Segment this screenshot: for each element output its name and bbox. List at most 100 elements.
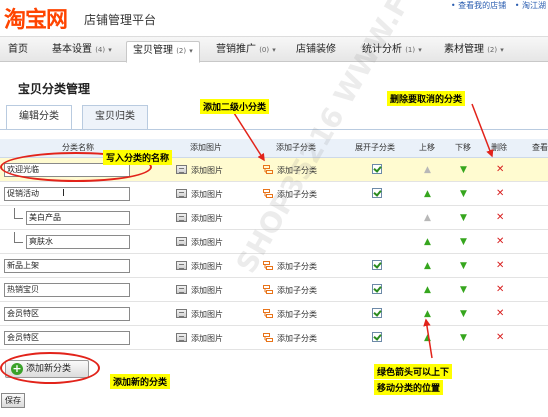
annotation-ellipse xyxy=(0,352,100,384)
category-name-input[interactable]: 会员特区 xyxy=(4,331,130,345)
header: 淘宝网 店铺管理平台 • 查看我的店铺 • 淘江湖 xyxy=(0,0,548,36)
delete-icon[interactable]: ✕ xyxy=(496,285,504,295)
save-button[interactable]: 保存 xyxy=(1,393,25,408)
table-row: 热销宝贝 添加图片 添加子分类 ▲ ▼ ✕ xyxy=(0,278,548,302)
callout-add-subcategory: 添加二级小分类 xyxy=(200,99,270,114)
category-name-input[interactable]: 新品上架 xyxy=(4,259,130,273)
delete-icon[interactable]: ✕ xyxy=(496,213,504,223)
table-row: 新品上架 添加图片 添加子分类 ▲ ▼ ✕ xyxy=(0,254,548,278)
col-add-subcategory: 添加子分类 xyxy=(276,143,316,152)
col-move-up: 上移 xyxy=(419,143,435,152)
delete-icon[interactable]: ✕ xyxy=(496,333,504,343)
add-subcategory-link[interactable]: 添加子分类 xyxy=(277,261,317,272)
image-icon[interactable] xyxy=(176,237,187,246)
move-up-arrow-icon[interactable]: ▲ xyxy=(424,189,431,199)
image-icon[interactable] xyxy=(176,189,187,198)
add-subcategory-link[interactable]: 添加子分类 xyxy=(277,285,317,296)
move-down-arrow-icon[interactable]: ▼ xyxy=(460,285,467,295)
add-image-link[interactable]: 添加图片 xyxy=(191,237,223,248)
add-image-link[interactable]: 添加图片 xyxy=(191,213,223,224)
expand-checkbox[interactable] xyxy=(372,284,382,294)
tab-edit-categories[interactable]: 编辑分类 xyxy=(6,105,72,130)
move-up-arrow-icon[interactable]: ▲ xyxy=(424,285,431,295)
add-subcategory-icon[interactable] xyxy=(263,189,273,198)
subcategory-name-input[interactable]: 美白产品 xyxy=(26,211,130,225)
add-subcategory-icon[interactable] xyxy=(263,309,273,318)
nav-statistics[interactable]: 统计分析 (1) ▾ xyxy=(356,41,428,61)
col-delete: 删除 xyxy=(491,143,507,152)
move-up-arrow-icon: ▲ xyxy=(424,165,431,175)
expand-checkbox[interactable] xyxy=(372,260,382,270)
expand-checkbox[interactable] xyxy=(372,188,382,198)
table-row: 美白产品 添加图片 ▲ ▼ ✕ xyxy=(0,206,548,230)
add-subcategory-link[interactable]: 添加子分类 xyxy=(277,333,317,344)
image-icon[interactable] xyxy=(176,165,187,174)
image-icon[interactable] xyxy=(176,285,187,294)
delete-icon[interactable]: ✕ xyxy=(496,309,504,319)
subcategory-name-input[interactable]: 爽肤水 xyxy=(26,235,130,249)
move-down-arrow-icon[interactable]: ▼ xyxy=(460,165,467,175)
tab-assign-items[interactable]: 宝贝归类 xyxy=(82,105,148,129)
move-down-arrow-icon[interactable]: ▼ xyxy=(460,333,467,343)
expand-checkbox[interactable] xyxy=(372,332,382,342)
add-subcategory-icon[interactable] xyxy=(263,261,273,270)
chevron-down-icon: ▾ xyxy=(272,46,276,54)
expand-checkbox[interactable] xyxy=(372,164,382,174)
delete-icon[interactable]: ✕ xyxy=(496,261,504,271)
page-title: 宝贝分类管理 xyxy=(18,82,91,96)
top-links: • 查看我的店铺 • 淘江湖 xyxy=(445,0,546,11)
image-icon[interactable] xyxy=(176,333,187,342)
add-subcategory-icon[interactable] xyxy=(263,165,273,174)
move-up-arrow-icon[interactable]: ▲ xyxy=(424,309,431,319)
expand-checkbox[interactable] xyxy=(372,308,382,318)
move-down-arrow-icon[interactable]: ▼ xyxy=(460,261,467,271)
platform-title: 店铺管理平台 xyxy=(84,13,157,27)
nav-shop-decoration[interactable]: 店铺装修 xyxy=(290,41,342,61)
move-down-arrow-icon[interactable]: ▼ xyxy=(460,309,467,319)
move-up-arrow-icon[interactable]: ▲ xyxy=(424,333,431,343)
table-row: 会员特区 添加图片 添加子分类 ▲ ▼ ✕ xyxy=(0,326,548,350)
add-subcategory-link[interactable]: 添加子分类 xyxy=(277,189,317,200)
image-icon[interactable] xyxy=(176,213,187,222)
chevron-down-icon: ▾ xyxy=(418,46,422,54)
image-icon[interactable] xyxy=(176,309,187,318)
delete-icon[interactable]: ✕ xyxy=(496,165,504,175)
view-my-shop-link[interactable]: • 查看我的店铺 xyxy=(451,1,506,10)
table-row: 爽肤水 添加图片 ▲ ▼ ✕ xyxy=(0,230,548,254)
delete-icon[interactable]: ✕ xyxy=(496,237,504,247)
table-row: 会员特区 添加图片 添加子分类 ▲ ▼ ✕ xyxy=(0,302,548,326)
add-subcategory-icon[interactable] xyxy=(263,333,273,342)
move-down-arrow-icon[interactable]: ▼ xyxy=(460,213,467,223)
add-subcategory-link[interactable]: 添加子分类 xyxy=(277,165,317,176)
category-name-input[interactable]: 会员特区 xyxy=(4,307,130,321)
move-down-arrow-icon[interactable]: ▼ xyxy=(460,237,467,247)
callout-arrows-line1: 绿色箭头可以上下 xyxy=(374,364,453,379)
nav-home[interactable]: 首页 xyxy=(2,41,34,61)
nav-marketing[interactable]: 营销推广 (0) ▾ xyxy=(210,41,282,61)
add-subcategory-link[interactable]: 添加子分类 xyxy=(277,309,317,320)
add-image-link[interactable]: 添加图片 xyxy=(191,309,223,320)
move-down-arrow-icon[interactable]: ▼ xyxy=(460,189,467,199)
add-image-link[interactable]: 添加图片 xyxy=(191,285,223,296)
taojianghu-link[interactable]: • 淘江湖 xyxy=(515,1,546,10)
delete-icon[interactable]: ✕ xyxy=(496,189,504,199)
taobao-logo[interactable]: 淘宝网 xyxy=(4,2,68,34)
move-up-arrow-icon[interactable]: ▲ xyxy=(424,237,431,247)
image-icon[interactable] xyxy=(176,261,187,270)
col-add-image: 添加图片 xyxy=(190,143,222,152)
nav-basic-settings[interactable]: 基本设置 (4) ▾ xyxy=(46,41,118,61)
category-name-input[interactable]: 热销宝贝 xyxy=(4,283,130,297)
nav-materials[interactable]: 素材管理 (2) ▾ xyxy=(438,41,510,61)
col-move-down: 下移 xyxy=(455,143,471,152)
add-image-link[interactable]: 添加图片 xyxy=(191,165,223,176)
move-up-arrow-icon[interactable]: ▲ xyxy=(424,261,431,271)
add-subcategory-icon[interactable] xyxy=(263,285,273,294)
category-name-input[interactable]: 促销活动 xyxy=(4,187,130,201)
add-image-link[interactable]: 添加图片 xyxy=(191,189,223,200)
add-image-link[interactable]: 添加图片 xyxy=(191,333,223,344)
nav-item-management[interactable]: 宝贝管理 (2) ▾ xyxy=(126,41,200,63)
tree-connector xyxy=(14,232,23,243)
col-view: 查看 xyxy=(532,143,548,152)
add-image-link[interactable]: 添加图片 xyxy=(191,261,223,272)
tree-connector xyxy=(14,208,23,219)
